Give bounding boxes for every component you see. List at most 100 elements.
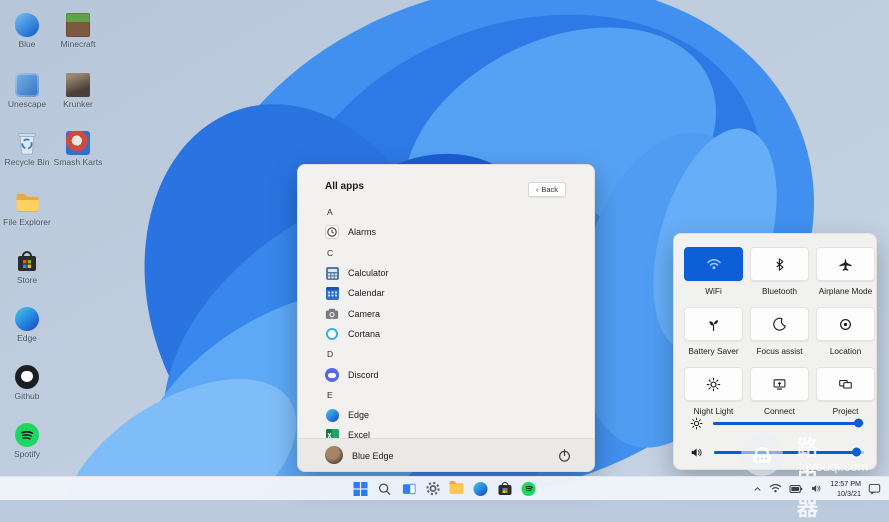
search-icon [378,482,391,495]
desktop-icon-label: Github [14,391,40,401]
power-button[interactable] [556,447,572,463]
project-toggle-button[interactable] [816,367,875,401]
night-light-sun-icon [706,377,721,391]
user-name[interactable]: Blue Edge [352,451,394,461]
battery-saver-leaf-icon [709,319,719,331]
desktop-icon-label: Store [16,275,38,285]
airplane-icon [839,257,852,271]
tray-battery[interactable] [789,484,803,494]
desktop-icon-unescape[interactable]: Unescape [1,72,53,110]
location-icon [840,318,851,330]
recycle-bin-icon [15,130,40,155]
desktop-icon-github[interactable]: Github [1,364,53,402]
speaker-icon [812,485,821,492]
notification-center-button[interactable] [868,483,881,495]
focus-assist-toggle-button[interactable] [750,307,809,341]
start-button[interactable] [353,481,368,496]
tray-clock[interactable]: 12:57 PM 10/3/21 [830,479,861,498]
desktop-icon-minecraft[interactable]: Minecraft [52,12,104,50]
section-letter-c[interactable]: C [325,243,584,263]
start-menu-all-apps-panel: All apps ‹ Back A Alarms C Calculator Ca… [297,164,595,472]
desktop-icon-label: Krunker [63,99,93,109]
section-letter-e[interactable]: E [325,385,584,405]
app-name: Cortana [348,328,381,339]
file-explorer-button[interactable] [449,481,464,496]
folder-icon [449,481,464,494]
wifi-toggle-button[interactable] [684,247,743,281]
app-list-item-calendar[interactable]: Calendar [325,283,584,303]
store-icon [15,248,40,273]
moon-icon [773,317,786,331]
section-letter-a[interactable]: A [325,202,584,222]
desktop-icon-label: File Explorer [3,217,51,227]
windows-logo-icon [353,481,368,496]
desktop-icon-label: Smash Karts [53,157,103,167]
smash-karts-icon [66,130,90,155]
store-button[interactable] [497,481,512,496]
file-explorer-icon [15,190,40,215]
tray-chevron-up[interactable] [753,485,762,493]
battery-saver-toggle-button[interactable] [684,307,743,341]
all-apps-title: All apps [325,181,364,192]
search-button[interactable] [377,481,392,496]
calculator-app-icon [325,266,339,280]
app-list-item-camera[interactable]: Camera [325,303,584,323]
krunker-icon [66,72,90,97]
airplane-mode-toggle-button[interactable] [816,247,875,281]
desktop-icon-krunker[interactable]: Krunker [52,72,104,110]
tray-volume[interactable] [810,483,823,494]
edge-button[interactable] [473,481,488,496]
toggle-label: Airplane Mode [818,286,873,296]
connect-toggle-button[interactable] [750,367,809,401]
bluetooth-toggle-button[interactable] [750,247,809,281]
system-tray: 12:57 PM 10/3/21 [753,477,881,500]
desktop-icon-label: Edge [17,333,37,343]
chevron-up-icon [754,486,761,491]
volume-slider[interactable] [714,447,864,457]
toggle-label: Project [832,406,859,416]
connect-screen-icon [773,379,786,390]
app-list-item-discord[interactable]: Discord [325,364,584,384]
desktop-icon-file-explorer[interactable]: File Explorer [1,190,53,228]
app-list-item-edge[interactable]: Edge [325,405,584,425]
discord-app-icon [325,367,339,382]
section-letter-d[interactable]: D [325,344,584,364]
brightness-slider-handle[interactable] [854,418,864,428]
settings-button[interactable] [425,481,440,496]
desktop-icon-spotify[interactable]: Spotify [1,422,53,460]
back-button[interactable]: ‹ Back [527,182,566,197]
desktop-icon-smash-karts[interactable]: Smash Karts [52,130,104,168]
toggle-label: Battery Saver [688,346,739,356]
task-view-button[interactable] [401,481,416,496]
spotify-icon [521,481,536,496]
back-button-label: Back [541,185,558,194]
edge-icon [15,306,39,331]
unescape-icon [15,72,39,97]
app-list-item-alarms[interactable]: Alarms [325,222,584,242]
edge-icon [473,481,488,496]
volume-slider-handle[interactable] [851,447,861,457]
tray-wifi[interactable] [769,483,782,494]
desktop-icon-recycle-bin[interactable]: Recycle Bin [1,130,53,168]
location-toggle-button[interactable] [816,307,875,341]
desktop-icon-store[interactable]: Store [1,248,53,286]
desktop-icon-edge[interactable]: Edge [1,306,53,344]
minecraft-icon [66,12,90,37]
night-light-toggle-button[interactable] [684,367,743,401]
toggle-label: Connect [764,406,795,416]
notification-icon [868,483,881,494]
app-list-item-calculator[interactable]: Calculator [325,263,584,283]
cortana-app-icon [325,327,339,341]
brightness-slider-row [690,416,864,430]
desktop-icon-label: Recycle Bin [4,157,50,167]
tray-date: 10/3/21 [837,488,861,498]
app-name: Edge [348,410,370,421]
brightness-slider[interactable] [713,418,864,428]
app-list-item-cortana[interactable]: Cortana [325,324,584,344]
gear-icon [425,481,440,496]
desktop-icon-blue[interactable]: Blue [1,12,53,50]
spotify-button[interactable] [521,481,536,496]
toggle-label: WiFi [705,286,722,296]
user-avatar[interactable] [325,446,343,464]
quick-settings-panel: WiFi Bluetooth Airplane Mode Battery Sav… [673,233,877,470]
